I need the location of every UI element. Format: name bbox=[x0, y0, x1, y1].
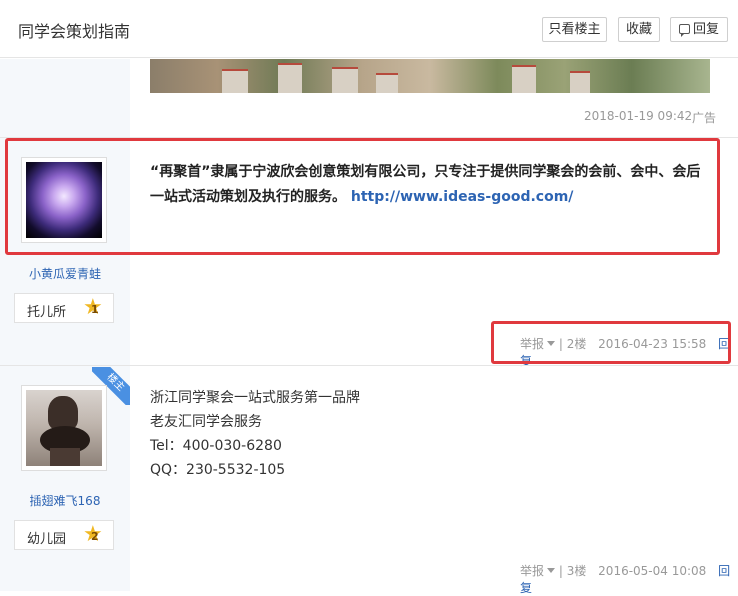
post-line: QQ：230-5532-105 bbox=[150, 462, 286, 478]
post-line: 老友汇同学会服务 bbox=[150, 414, 262, 430]
avatar[interactable] bbox=[21, 385, 107, 471]
floor-number: | 3楼 bbox=[558, 564, 587, 578]
username-link[interactable]: 小黄瓜爱青蛙 bbox=[0, 265, 130, 282]
divider bbox=[0, 365, 738, 366]
avatar-figure bbox=[50, 448, 80, 466]
page-title: 同学会策划指南 bbox=[18, 22, 131, 41]
level-badge[interactable]: 幼儿园 ★ 2 bbox=[14, 520, 114, 550]
ad-building bbox=[376, 73, 398, 93]
level-name: 幼儿园 bbox=[27, 532, 67, 547]
report-label: 举报 bbox=[520, 564, 545, 578]
level-badge[interactable]: 托儿所 ★ 1 bbox=[14, 293, 114, 323]
ad-timestamp: 2018-01-19 09:42 bbox=[584, 109, 693, 123]
favorite-button[interactable]: 收藏 bbox=[618, 17, 660, 42]
post-line: 浙江同学聚会一站式服务第一品牌 bbox=[150, 390, 360, 406]
avatar-image bbox=[26, 390, 102, 466]
report-menu[interactable]: 举报 bbox=[520, 564, 556, 578]
post-content: 浙江同学聚会一站式服务第一品牌 老友汇同学会服务 Tel：400-030-628… bbox=[150, 386, 360, 482]
highlight-box bbox=[491, 321, 731, 364]
ad-building bbox=[512, 65, 536, 93]
ad-image[interactable] bbox=[150, 59, 710, 93]
comment-icon bbox=[678, 24, 690, 37]
level-number: 1 bbox=[91, 303, 99, 316]
avatar-figure bbox=[48, 396, 78, 430]
post-time: 2016-05-04 10:08 bbox=[598, 564, 707, 578]
only-op-button[interactable]: 只看楼主 bbox=[542, 17, 607, 42]
ad-building bbox=[278, 63, 302, 93]
post-line: Tel：400-030-6280 bbox=[150, 438, 282, 454]
reply-button-label: 回复 bbox=[692, 22, 719, 37]
reply-button[interactable]: 回复 bbox=[670, 17, 728, 42]
highlight-box bbox=[5, 138, 720, 255]
ad-building bbox=[570, 71, 590, 93]
caret-down-icon bbox=[547, 568, 556, 573]
ad-tag: 广告 bbox=[692, 111, 717, 125]
ad-building bbox=[222, 69, 248, 93]
username-link[interactable]: 插翅难飞168 bbox=[0, 492, 130, 509]
ad-building bbox=[332, 67, 358, 93]
level-number: 2 bbox=[91, 530, 99, 543]
page-header: 同学会策划指南 只看楼主 收藏 回复 bbox=[0, 0, 738, 58]
level-name: 托儿所 bbox=[27, 305, 67, 320]
